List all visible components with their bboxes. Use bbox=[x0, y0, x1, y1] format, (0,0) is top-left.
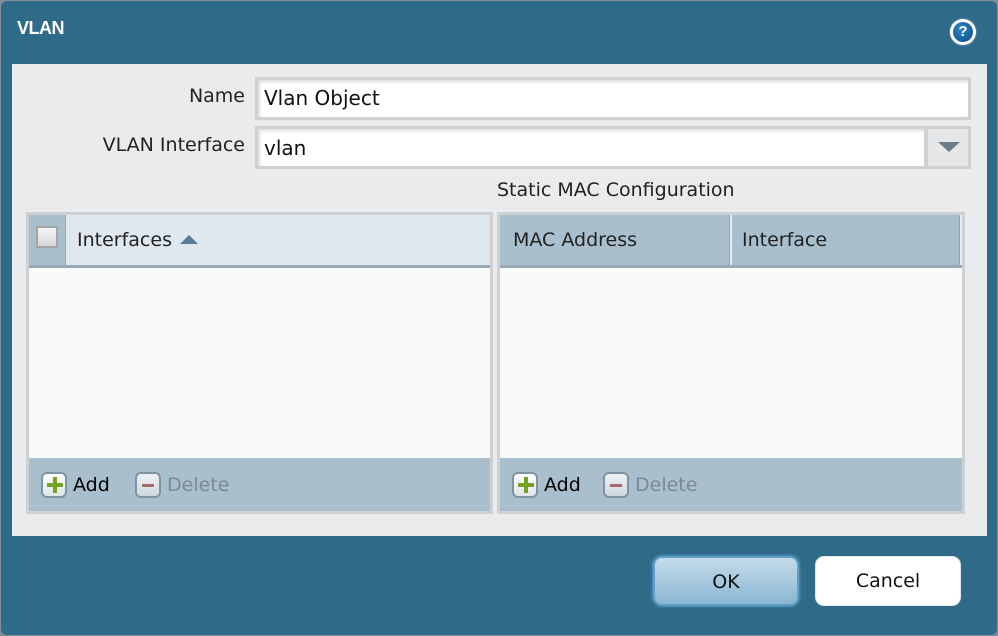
help-icon: ? bbox=[953, 22, 973, 42]
name-label: Name bbox=[188, 85, 245, 107]
dialog-content: Name Vlan Object VLAN Interface vlan Sta… bbox=[12, 64, 987, 536]
help-button[interactable]: ? bbox=[950, 19, 976, 45]
sort-ascending-icon bbox=[179, 235, 198, 244]
select-all-cell bbox=[29, 215, 66, 265]
minus-icon bbox=[603, 472, 629, 498]
delete-label: Delete bbox=[635, 474, 698, 496]
static-mac-section-title: Static MAC Configuration bbox=[497, 179, 735, 201]
vlan-interface-label: VLAN Interface bbox=[102, 134, 245, 156]
static-mac-grid: MAC Address Interface Add Delete bbox=[497, 212, 965, 514]
static-mac-grid-toolbar: Add Delete bbox=[500, 458, 962, 511]
column-header-interface[interactable]: Interface bbox=[742, 215, 827, 265]
delete-label: Delete bbox=[167, 474, 230, 496]
column-separator[interactable] bbox=[729, 215, 732, 265]
vlan-dialog: VLAN ? Name Vlan Object VLAN Interface v… bbox=[1, 1, 997, 635]
chevron-down-icon bbox=[938, 142, 960, 152]
add-label: Add bbox=[544, 474, 581, 496]
column-header-label: Interfaces bbox=[77, 229, 172, 251]
plus-icon bbox=[512, 472, 538, 498]
ok-button[interactable]: OK bbox=[653, 556, 799, 606]
interfaces-grid: Interfaces Add Delete bbox=[26, 212, 493, 514]
static-mac-grid-header: MAC Address Interface bbox=[500, 215, 962, 268]
cancel-button[interactable]: Cancel bbox=[815, 556, 961, 606]
plus-icon bbox=[41, 472, 67, 498]
column-header-interfaces[interactable]: Interfaces bbox=[77, 215, 198, 265]
vlan-interface-select[interactable]: vlan bbox=[255, 126, 927, 169]
add-label: Add bbox=[73, 474, 110, 496]
interfaces-grid-toolbar: Add Delete bbox=[29, 458, 490, 511]
column-separator[interactable] bbox=[959, 215, 962, 265]
dialog-title: VLAN bbox=[17, 18, 65, 38]
column-header-mac-address[interactable]: MAC Address bbox=[513, 215, 637, 265]
interfaces-grid-header: Interfaces bbox=[29, 215, 490, 268]
name-input[interactable]: Vlan Object bbox=[255, 77, 971, 120]
select-all-checkbox[interactable] bbox=[36, 226, 58, 248]
vlan-interface-dropdown-button[interactable] bbox=[926, 126, 971, 169]
minus-icon bbox=[135, 472, 161, 498]
